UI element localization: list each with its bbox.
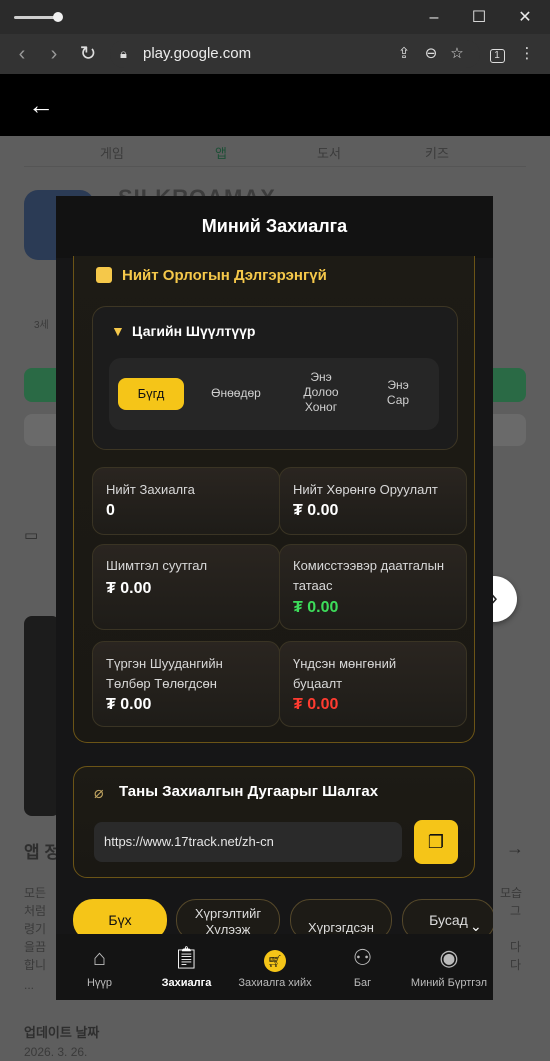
description-line: 다 (510, 958, 522, 972)
tracking-title: Таны Захиалгын Дугаарыг Шалгах (119, 783, 379, 800)
income-summary-title: Нийт Орлогын Дэлгэрэнгүй (122, 267, 327, 284)
tab-count: 1 (489, 49, 505, 63)
stat-value: ₮ 0.00 (293, 599, 339, 616)
update-date: 2026. 3. 26. (24, 1045, 88, 1059)
device-icon: ▭ (24, 527, 39, 544)
stat-value: ₮ 0.00 (106, 696, 152, 713)
zoom-icon[interactable]: ⊖ (420, 42, 442, 66)
filter-option-all[interactable]: Бүгд (118, 378, 184, 410)
tab-count-icon[interactable]: 1 (486, 42, 508, 66)
description-line: 을끔 (24, 940, 47, 954)
chevron-down-icon[interactable]: ⌄ (470, 918, 482, 935)
age-rating: 3세 (34, 320, 49, 331)
store-tab-kids[interactable]: 키즈 (425, 143, 449, 162)
store-header (0, 74, 550, 136)
paperclip-icon: ⌀ (94, 785, 104, 802)
description-line: 처럼 (24, 904, 47, 918)
description-line: 다 (510, 940, 522, 954)
stat-label: Шимтгэл суутгал (106, 558, 208, 573)
share-icon[interactable]: ⇪ (393, 42, 415, 66)
filter-icon: ▼ (111, 323, 125, 339)
modal-title: Миний Захиалга (201, 216, 348, 236)
description-line: 그 (510, 904, 522, 918)
stat-value: ₮ 0.00 (293, 502, 339, 519)
profile-icon: ◉ (439, 945, 459, 970)
description-line: 모든 (24, 886, 47, 900)
description-line: 령기 (24, 922, 47, 936)
nav-label: Захиалга (161, 977, 212, 989)
team-icon: ⚇ (352, 945, 373, 970)
store-tab-games[interactable]: 게임 (100, 143, 124, 162)
reload-icon[interactable]: ↻ (76, 42, 100, 66)
stat-card-total-orders (92, 467, 280, 535)
bookmark-icon[interactable]: ☆ (446, 42, 468, 66)
stat-label: Үндсэн мөнгөний буцаалт (293, 656, 397, 691)
maximize-icon[interactable]: ☐ (465, 6, 493, 30)
store-tab-apps[interactable]: 앱 (215, 143, 227, 162)
description-line: 모습 (500, 886, 523, 900)
time-filter-title: Цагийн Шүүлтүүр (132, 323, 256, 339)
calendar-icon (96, 267, 112, 283)
bottom-navigation: ⌂ Нүүр 📋︎ Захиалга 🛒︎ Захиалга хийх ⚇ Ба… (56, 934, 493, 1000)
store-tab-books[interactable]: 도서 (317, 143, 341, 162)
filter-option-today[interactable]: Өнөөдөр (196, 386, 276, 401)
stat-label: Нийт Хөрөнгө Оруулалт (293, 482, 438, 497)
copy-button[interactable]: ❐ (414, 820, 458, 864)
stat-label: Түргэн Шуудангийн Төлбөр Төлөгдсөн (106, 656, 223, 691)
nav-home[interactable]: ⌂ Нүүр (56, 934, 143, 1000)
stat-card-total-investment (279, 467, 467, 535)
screenshot-thumbnail[interactable] (24, 616, 60, 816)
url-text[interactable]: play.google.com (143, 44, 251, 64)
section-title: 앱 정 (24, 843, 61, 862)
tracking-url-text: https://www.17track.net/zh-cn (104, 834, 274, 849)
nav-label: Миний Бүртгэл (410, 977, 488, 989)
filter-option-this-week[interactable]: Энэ Долоо Хоног (286, 370, 356, 415)
nav-label: Баг (353, 977, 372, 989)
home-icon: ⌂ (92, 945, 107, 970)
cart-icon: 🛒︎ (230, 944, 320, 972)
more-menu-icon[interactable]: ⋮ (516, 42, 538, 66)
nav-place-order[interactable]: 🛒︎ Захиалга хийх (230, 934, 320, 1000)
nav-orders[interactable]: 📋︎ Захиалга (143, 934, 230, 1000)
nav-team[interactable]: ⚇ Баг (320, 934, 405, 1000)
description-line: 합니 (24, 958, 47, 972)
orders-modal: Миний Захиалга Нийт Орлогын Дэлгэрэнгүй … (56, 196, 493, 1000)
stat-value: ₮ 0.00 (106, 580, 152, 597)
nav-label: Нүүр (86, 977, 113, 989)
stat-value: ₮ 0.00 (293, 696, 339, 713)
back-icon[interactable]: ‹ (10, 42, 34, 66)
clipboard-icon: 📋︎ (172, 945, 201, 970)
stat-label: Комисстээвэр даатгалын татаас (293, 558, 445, 593)
stat-value: 0 (106, 502, 115, 519)
nav-profile[interactable]: ◉ Миний Бүртгэл (405, 934, 493, 1000)
store-tab-divider (24, 166, 526, 167)
filter-option-this-month[interactable]: Энэ Сар (368, 378, 428, 408)
lock-icon: 🔒︎ (120, 46, 127, 61)
section-arrow-icon[interactable]: → (506, 838, 524, 859)
update-title: 업데이트 날짜 (24, 1025, 100, 1040)
description-ellipsis: ... (24, 978, 35, 992)
forward-icon[interactable]: › (42, 42, 66, 66)
nav-label: Захиалга хийх (238, 977, 312, 989)
close-icon[interactable]: ✕ (511, 6, 539, 30)
stat-label: Нийт Захиалга (106, 482, 195, 497)
minimize-icon[interactable]: – (420, 6, 448, 30)
window-slider-knob[interactable] (53, 12, 63, 22)
store-back-arrow-icon[interactable]: ← (28, 90, 54, 120)
